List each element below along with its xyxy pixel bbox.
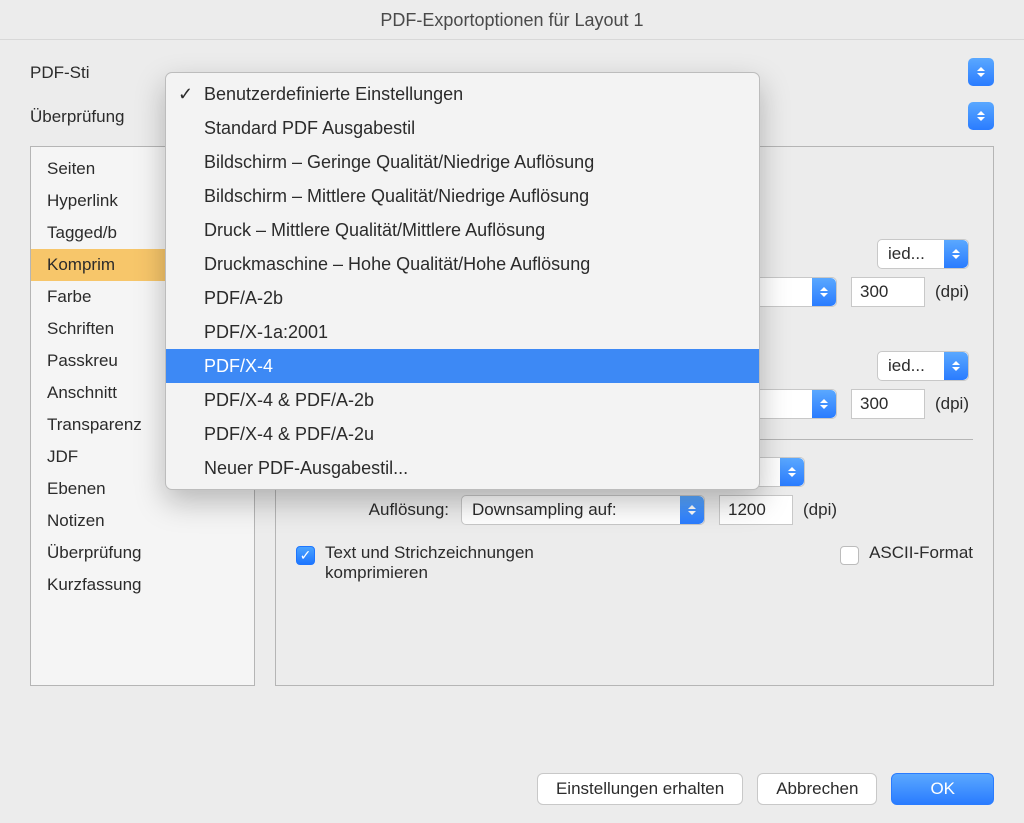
window-title: PDF-Exportoptionen für Layout 1 <box>0 0 1024 40</box>
updown-caret-icon <box>812 278 836 306</box>
popup-menu-item[interactable]: Druck – Mittlere Qualität/Mittlere Auflö… <box>166 213 759 247</box>
input-group2-res[interactable]: 300 <box>851 389 925 419</box>
checkbox-ascii[interactable] <box>840 546 859 565</box>
dropdown-group2[interactable]: ied... <box>877 351 969 381</box>
sidebar-item[interactable]: Überprüfung <box>31 537 254 569</box>
popup-menu-item[interactable]: Standard PDF Ausgabestil <box>166 111 759 145</box>
updown-caret-icon <box>680 496 704 524</box>
popup-menu-item[interactable]: PDF/X-4 & PDF/A-2b <box>166 383 759 417</box>
keep-settings-button[interactable]: Einstellungen erhalten <box>537 773 743 805</box>
label-compress-text: Text und Strichzeichnungen komprimieren <box>325 543 585 583</box>
popup-menu-item[interactable]: Benutzerdefinierte Einstellungen <box>166 77 759 111</box>
updown-caret-icon <box>944 352 968 380</box>
dropdown-group1[interactable]: ied... <box>877 239 969 269</box>
dropdown-mono-aufl-value: Downsampling auf: <box>472 500 617 519</box>
label-ascii: ASCII-Format <box>869 543 973 563</box>
dialog-window: PDF-Exportoptionen für Layout 1 PDF-Sti … <box>0 0 1024 823</box>
popup-menu-item[interactable]: PDF/X-1a:2001 <box>166 315 759 349</box>
popup-menu-item[interactable]: PDF/X-4 <box>166 349 759 383</box>
popup-menu-item[interactable]: Druckmaschine – Hohe Qualität/Hohe Auflö… <box>166 247 759 281</box>
dropdown-group2-value: ied... <box>888 356 925 375</box>
checkbox-compress-text[interactable]: ✓ <box>296 546 315 565</box>
popup-menu-item[interactable]: Bildschirm – Geringe Qualität/Niedrige A… <box>166 145 759 179</box>
dropdown-group1-value: ied... <box>888 244 925 263</box>
pdf-stil-popup-menu[interactable]: Benutzerdefinierte EinstellungenStandard… <box>165 72 760 490</box>
label-mono-aufl: Auflösung: <box>296 500 461 520</box>
button-bar: Einstellungen erhalten Abbrechen OK <box>537 773 994 805</box>
unit-mono: (dpi) <box>803 500 837 520</box>
row-checks: ✓ Text und Strichzeichnungen komprimiere… <box>296 543 973 583</box>
updown-caret-icon <box>944 240 968 268</box>
label-ueberpruefung: Überprüfung <box>30 107 160 127</box>
input-mono-res[interactable]: 1200 <box>719 495 793 525</box>
input-group1-res[interactable]: 300 <box>851 277 925 307</box>
updown-caret-icon <box>968 102 994 130</box>
sidebar-item[interactable]: Kurzfassung <box>31 569 254 601</box>
popup-menu-item[interactable]: Bildschirm – Mittlere Qualität/Niedrige … <box>166 179 759 213</box>
popup-menu-item[interactable]: Neuer PDF-Ausgabestil... <box>166 451 759 485</box>
label-pdf-stil: PDF-Sti <box>30 63 160 83</box>
cancel-button[interactable]: Abbrechen <box>757 773 877 805</box>
unit-group1: (dpi) <box>935 282 969 302</box>
updown-caret-icon <box>812 390 836 418</box>
row-mono-aufl: Auflösung: Downsampling auf: 1200 (dpi) <box>296 495 973 525</box>
dropdown-mono-aufl[interactable]: Downsampling auf: <box>461 495 705 525</box>
ok-button[interactable]: OK <box>891 773 994 805</box>
popup-menu-item[interactable]: PDF/X-4 & PDF/A-2u <box>166 417 759 451</box>
updown-caret-icon <box>780 458 804 486</box>
updown-caret-icon <box>968 58 994 86</box>
sidebar-item[interactable]: Notizen <box>31 505 254 537</box>
popup-menu-item[interactable]: PDF/A-2b <box>166 281 759 315</box>
unit-group2: (dpi) <box>935 394 969 414</box>
